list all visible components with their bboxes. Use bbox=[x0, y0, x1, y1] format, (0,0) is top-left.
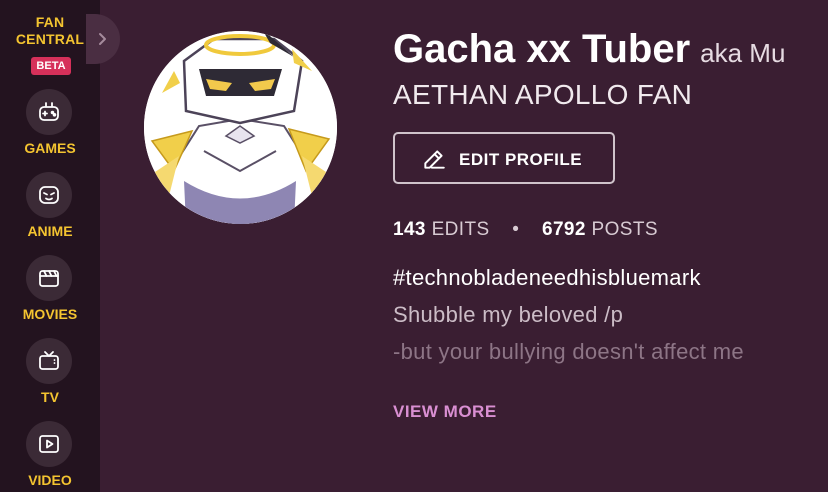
bio-line: -but your bullying doesn't affect me bbox=[393, 339, 744, 364]
bio-line: #technobladeneedhisbluemark bbox=[393, 265, 701, 290]
bio-line: Shubble my beloved /p bbox=[393, 302, 624, 327]
brand-line-2: CENTRAL bbox=[15, 31, 85, 47]
username-text: Gacha xx Tuber bbox=[393, 27, 691, 71]
clapperboard-icon bbox=[26, 255, 72, 301]
sidebar-item-label: MOVIES bbox=[22, 306, 78, 322]
sidebar-item-label: VIDEO bbox=[28, 472, 72, 488]
fan-central-logo[interactable]: FAN CENTRAL bbox=[0, 14, 100, 48]
sidebar-nav: FAN CENTRAL BETA GAMES ANIME MOVIES TV V… bbox=[0, 0, 100, 492]
profile-stats: 143 EDITS • 6792 POSTS bbox=[393, 218, 658, 242]
beta-badge: BETA bbox=[31, 57, 71, 75]
posts-label: POSTS bbox=[591, 219, 658, 240]
brand-line-1: FAN bbox=[35, 14, 65, 30]
chevron-right-icon bbox=[99, 33, 106, 45]
view-more-link[interactable]: VIEW MORE bbox=[393, 402, 497, 422]
profile-username: Gacha xx Tuber aka Mu bbox=[393, 26, 785, 76]
profile-avatar bbox=[144, 31, 337, 224]
play-icon bbox=[26, 421, 72, 467]
anime-face-icon bbox=[26, 172, 72, 218]
pencil-icon bbox=[424, 150, 445, 169]
edits-count: 143 bbox=[393, 219, 426, 240]
posts-count: 6792 bbox=[541, 219, 586, 240]
stats-separator: • bbox=[512, 219, 520, 240]
edits-label: EDITS bbox=[431, 219, 490, 240]
profile-tagline: AETHAN APOLLO FAN bbox=[393, 79, 693, 110]
tv-icon bbox=[26, 338, 72, 384]
edit-profile-label: EDIT PROFILE bbox=[459, 150, 583, 169]
sidebar-item-label: ANIME bbox=[27, 223, 73, 239]
sidebar-expand-button[interactable] bbox=[86, 14, 120, 64]
sidebar-item-label: TV bbox=[41, 389, 59, 405]
sidebar-item-label: GAMES bbox=[24, 140, 76, 156]
gamepad-icon bbox=[26, 89, 72, 135]
edit-profile-button[interactable]: EDIT PROFILE bbox=[393, 132, 615, 184]
aka-text: aka Mu bbox=[700, 38, 786, 68]
